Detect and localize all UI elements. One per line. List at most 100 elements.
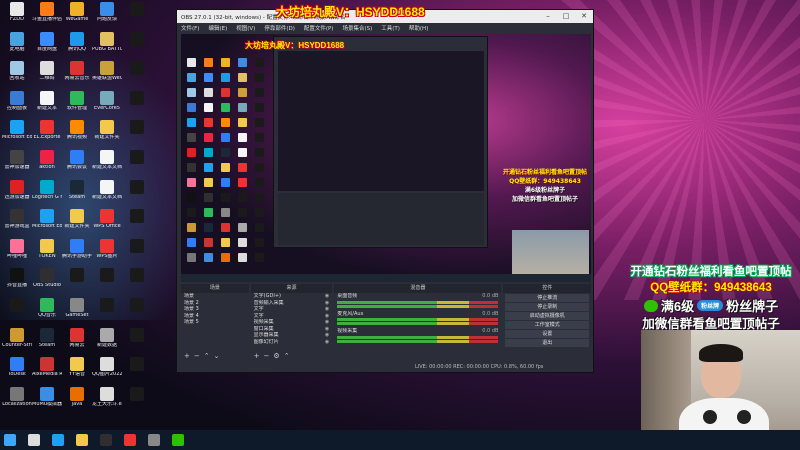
desktop-icon[interactable]: 控制面板 <box>2 90 32 121</box>
desktop-icon[interactable]: Steam <box>32 327 62 358</box>
desktop-icon[interactable] <box>122 297 152 328</box>
desktop-icon[interactable] <box>122 31 152 62</box>
desktop-icon[interactable]: 雷神游戏盒 <box>2 209 32 239</box>
desktop-icon[interactable] <box>122 61 152 91</box>
chrome-icon[interactable] <box>124 434 136 446</box>
add-source-icon[interactable]: + <box>254 352 260 360</box>
move-up-icon[interactable]: ⌃ <box>204 352 210 360</box>
desktop-icon[interactable]: EverCore5 <box>92 90 122 121</box>
desktop-icon[interactable]: 新建文本 <box>32 90 62 121</box>
edge-icon[interactable] <box>52 434 64 446</box>
add-scene-icon[interactable]: + <box>184 352 190 360</box>
desktop-icon[interactable]: 二维码 <box>32 61 62 91</box>
desktop-icon[interactable] <box>122 327 152 358</box>
remove-source-icon[interactable]: − <box>264 352 270 360</box>
desktop-icon[interactable]: 新建文本文档 <box>92 179 122 210</box>
desktop-icon[interactable]: TOKEN <box>32 238 62 269</box>
desktop-icon[interactable]: Steam <box>62 179 92 210</box>
desktop-icon[interactable] <box>62 268 92 298</box>
desktop-icon[interactable]: QQ图片20220721094506 <box>92 357 122 387</box>
menu-item[interactable]: 文件(F) <box>181 24 199 32</box>
desktop-icon[interactable]: 网易云 <box>62 327 92 358</box>
desktop-icon[interactable]: 新建文本文档 <box>92 149 122 180</box>
menu-item[interactable]: 视图(V) <box>236 24 255 32</box>
desktop-icon[interactable]: Microsoft Edge <box>2 120 32 150</box>
desktop-icon[interactable] <box>122 90 152 121</box>
control-button[interactable]: 退出 <box>505 339 589 347</box>
desktop-icon[interactable] <box>122 149 152 180</box>
desktop-icon[interactable] <box>92 268 122 298</box>
desktop-icon[interactable]: 问题反馈 <box>92 2 122 32</box>
menu-item[interactable]: 场景集合(S) <box>342 24 372 32</box>
visibility-eye-icon[interactable]: ◉ <box>325 339 329 346</box>
desktop-icon[interactable] <box>92 297 122 328</box>
desktop-icon[interactable]: 回收站 <box>2 61 32 91</box>
menu-item[interactable]: 配置文件(P) <box>304 24 334 32</box>
desktop-icon[interactable]: 腾讯QQ <box>62 31 92 62</box>
desktop-icon[interactable] <box>122 357 152 387</box>
desktop-icon[interactable]: EL.Exporte <box>32 120 62 150</box>
wechat-taskbar-icon[interactable] <box>172 434 184 446</box>
desktop-icon[interactable] <box>122 209 152 239</box>
explorer-icon[interactable] <box>76 434 88 446</box>
desktop-icon[interactable]: 迅游加速器 <box>2 179 32 210</box>
desktop-icon[interactable]: WeGame <box>62 2 92 32</box>
desktop-icon[interactable]: java <box>62 386 92 417</box>
desktop-icon[interactable]: 腾讯手游助手 <box>62 238 92 269</box>
menu-item[interactable]: 编辑(E) <box>208 24 227 32</box>
desktop-icon[interactable]: 英雄联盟WeGame版 <box>92 61 122 91</box>
control-button[interactable]: 停止录制 <box>505 303 589 311</box>
desktop-icon[interactable]: 此电脑 <box>2 31 32 62</box>
minimize-icon[interactable]: – <box>539 10 557 23</box>
control-button[interactable]: 停止推流 <box>505 294 589 302</box>
desktop-icon[interactable]: PUBG BATTLEGROUNDS <box>92 31 122 62</box>
desktop-icon[interactable]: 腾讯会议 <box>62 149 92 180</box>
desktop-icon[interactable]: Microsoft Edge <box>32 209 62 239</box>
desktop-icon[interactable]: 斗鱼直播伴侣 <box>32 2 62 32</box>
desktop-icon[interactable] <box>122 238 152 269</box>
desktop-icon[interactable]: 抖音直播 <box>2 268 32 298</box>
desktop-icon[interactable]: OBS Studio <box>32 268 62 298</box>
control-button[interactable]: 设置 <box>505 330 589 338</box>
desktop-icon[interactable]: 新建文件夹 <box>92 120 122 150</box>
obs-preview[interactable]: 大坊培丸殿V：HSYDD1688 开通钻石粉丝福利看鱼吧置顶帖 QQ壁纸群：94… <box>181 34 591 282</box>
menu-item[interactable]: 停靠部件(D) <box>264 24 295 32</box>
desktop-icon[interactable]: 腾讯视频 <box>62 120 92 150</box>
desktop-icon[interactable]: 百度网盘 <box>32 31 62 62</box>
obs-taskbar-icon[interactable] <box>100 434 112 446</box>
desktop-icon[interactable]: Logitech G HUB <box>32 179 62 210</box>
desktop-icon[interactable] <box>122 386 152 417</box>
desktop-icon[interactable]: aktion <box>32 149 62 180</box>
desktop-icon[interactable]: QQ音乐 <box>32 297 62 328</box>
desktop-icon[interactable]: GameSet <box>62 297 92 328</box>
desktop-icon[interactable]: 哔哩哔哩 <box>2 238 32 269</box>
close-icon[interactable]: ✕ <box>575 10 593 23</box>
desktop-icon[interactable] <box>122 268 152 298</box>
source-up-icon[interactable]: ⌃ <box>284 352 290 360</box>
desktop-icon[interactable]: Counter-Strike <box>2 327 32 358</box>
maximize-icon[interactable]: □ <box>557 10 575 23</box>
desktop-icon[interactable]: WPS图片 <box>92 238 122 269</box>
source-settings-icon[interactable]: ⚙ <box>273 352 279 360</box>
desktop-icon[interactable]: FZDD <box>2 2 32 32</box>
source-item[interactable]: ◉ 图像幻灯片 <box>251 339 333 346</box>
menu-item[interactable]: 帮助(H) <box>409 24 428 32</box>
desktop-icon[interactable]: 软件管理 <box>62 90 92 121</box>
desktop-icon[interactable]: 龙王大乐斗.exe <box>92 386 122 417</box>
desktop-icon[interactable] <box>122 179 152 210</box>
windows-start-icon[interactable] <box>4 434 16 446</box>
menu-item[interactable]: 工具(T) <box>381 24 400 32</box>
desktop-icon[interactable] <box>122 120 152 150</box>
desktop-icon[interactable]: ToDesk <box>2 357 32 387</box>
scene-item[interactable]: 场景 5 <box>181 319 249 326</box>
desktop-icon[interactable] <box>122 2 152 32</box>
desktop-icon[interactable]: 新建文件夹 <box>62 209 92 239</box>
desktop-icon[interactable] <box>2 297 32 328</box>
move-down-icon[interactable]: ⌄ <box>214 352 220 360</box>
desktop-icon[interactable]: 新建数据 <box>92 327 122 358</box>
desktop-icon[interactable]: Localization <box>2 386 32 417</box>
desktop-icon[interactable]: YY语音 <box>62 357 92 387</box>
desktop-icon[interactable]: 网易云音乐 <box>62 61 92 91</box>
desktop-icon[interactable]: 雷神加速器 <box>2 149 32 180</box>
game-icon[interactable] <box>148 434 160 446</box>
